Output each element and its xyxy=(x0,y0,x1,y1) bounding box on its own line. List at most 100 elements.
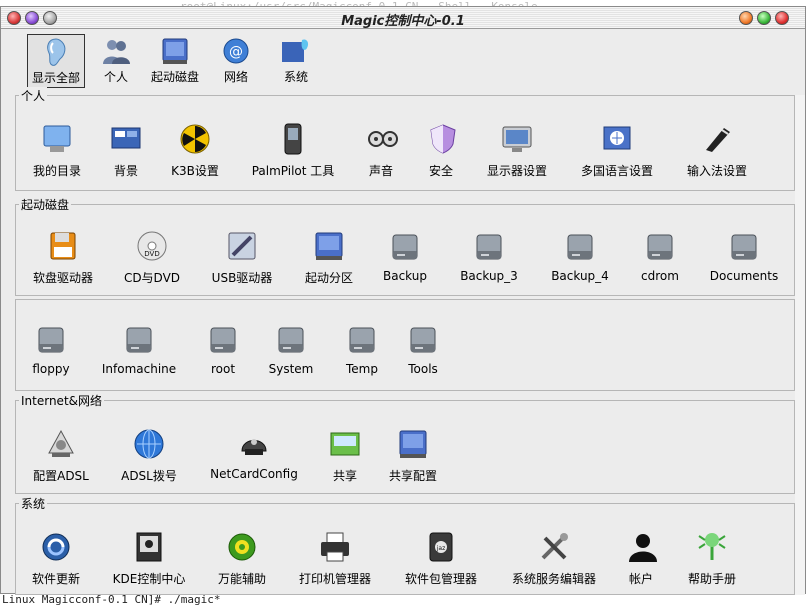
item-adsl-config[interactable]: 配置ADSL xyxy=(30,427,92,484)
item-temp[interactable]: Temp xyxy=(342,322,382,376)
svg-text:jaz: jaz xyxy=(436,545,446,552)
item-floppy-drive[interactable]: 软盘驱动器 xyxy=(30,229,96,286)
magic-linux-icon xyxy=(282,39,309,62)
item-root[interactable]: root xyxy=(206,322,240,376)
item-system[interactable]: System xyxy=(264,322,318,376)
item-cd-dvd[interactable]: DVD CD与DVD xyxy=(122,229,182,286)
item-floppy[interactable]: floppy xyxy=(26,322,76,376)
item-label: Temp xyxy=(346,362,378,376)
item-kde-control[interactable]: KDE控制中心 xyxy=(108,530,190,587)
drive-icon xyxy=(476,234,502,260)
item-label: Backup_4 xyxy=(551,269,609,283)
title-bar[interactable]: Magic控制中心-0.1 xyxy=(1,7,805,29)
item-background[interactable]: 背景 xyxy=(108,122,144,179)
item-usb-drive[interactable]: USB驱动器 xyxy=(208,229,276,286)
toolbar-boot-disk-button[interactable]: 起动磁盘 xyxy=(147,34,203,88)
system-section: 系统 软件更新 KDE控制中心 万能辅助 打印机管理器 jaz 软件包管理器 系… xyxy=(15,495,795,595)
background-icon xyxy=(111,127,141,149)
item-label: 打印机管理器 xyxy=(298,572,371,586)
item-share[interactable]: 共享 xyxy=(328,427,362,484)
boot-disk-more-section: floppy Infomachine root System Temp Tool… xyxy=(15,299,795,391)
maximize-icon[interactable] xyxy=(757,11,771,25)
item-label: 我的目录 xyxy=(32,164,81,178)
item-tools[interactable]: Tools xyxy=(404,322,442,376)
adsl-dial-icon xyxy=(134,429,164,459)
account-icon xyxy=(629,534,657,562)
item-label: 显示器设置 xyxy=(486,164,547,178)
item-backup-3[interactable]: Backup_3 xyxy=(456,229,522,283)
item-label: 共享 xyxy=(332,469,357,483)
item-package-manager[interactable]: jaz 软件包管理器 xyxy=(400,530,482,587)
item-share-config[interactable]: 共享配置 xyxy=(386,427,440,484)
item-boot-partition[interactable]: 起动分区 xyxy=(300,229,358,286)
item-my-directory[interactable]: 我的目录 xyxy=(30,122,84,179)
personal-section: 个人 我的目录 背景 K3B设置 PalmPilot 工具 声音 安全 显示器设… xyxy=(15,87,795,191)
toolbar-network-button[interactable]: @ 网络 xyxy=(219,34,253,88)
item-label: Documents xyxy=(709,269,779,283)
security-icon xyxy=(430,124,456,154)
window-title: Magic控制中心-0.1 xyxy=(341,14,465,29)
item-backup-4[interactable]: Backup_4 xyxy=(546,229,614,283)
toolbar-show-all-button[interactable]: 显示全部 xyxy=(27,34,85,88)
toolbar-system-button[interactable]: 系统 xyxy=(279,34,313,88)
drive-icon xyxy=(349,327,375,353)
item-universal-helper[interactable]: 万能辅助 xyxy=(214,530,270,587)
item-service-editor[interactable]: 系统服务编辑器 xyxy=(506,530,602,587)
section-title: 系统 xyxy=(19,495,48,512)
item-documents[interactable]: Documents xyxy=(706,229,782,283)
item-label: ADSL拨号 xyxy=(121,469,177,483)
boot-disk-icon xyxy=(162,38,188,64)
item-software-update[interactable]: 软件更新 xyxy=(28,530,84,587)
item-label: KDE控制中心 xyxy=(112,572,186,586)
drive-icon xyxy=(38,327,64,353)
cd-dvd-icon: DVD xyxy=(137,231,167,261)
close-window-icon[interactable] xyxy=(775,11,789,25)
item-label: 软件更新 xyxy=(31,572,80,586)
item-printer[interactable]: 打印机管理器 xyxy=(294,530,376,587)
service-editor-icon xyxy=(541,533,568,560)
item-netcard-config[interactable]: NetCardConfig xyxy=(206,427,302,481)
drive-icon xyxy=(410,327,436,353)
item-sound[interactable]: 声音 xyxy=(366,122,398,179)
svg-text:DVD: DVD xyxy=(144,250,159,258)
item-label: NetCardConfig xyxy=(210,467,298,481)
sections-area: 个人 我的目录 背景 K3B设置 PalmPilot 工具 声音 安全 显示器设… xyxy=(15,87,795,595)
k3b-icon xyxy=(180,124,210,154)
magic-control-center-window: Magic控制中心-0.1 显示全部 个人 起动磁盘 @ 网络 系统 个人 我的… xyxy=(0,6,806,595)
item-label: 帐户 xyxy=(628,572,653,586)
item-help-manual[interactable]: 帮助手册 xyxy=(684,530,740,587)
item-input-method[interactable]: 输入法设置 xyxy=(684,122,750,179)
item-backup[interactable]: Backup xyxy=(380,229,430,283)
toolbar-label: 显示全部 xyxy=(31,71,80,85)
item-label: cdrom xyxy=(641,269,679,283)
item-display[interactable]: 显示器设置 xyxy=(484,122,550,179)
help-manual-icon xyxy=(698,533,726,560)
item-account[interactable]: 帐户 xyxy=(626,530,657,587)
item-cdrom[interactable]: cdrom xyxy=(636,229,684,283)
minimize-icon[interactable] xyxy=(739,11,753,25)
toolbar-personal-button[interactable]: 个人 xyxy=(99,34,133,88)
item-label: Tools xyxy=(408,362,438,376)
item-security[interactable]: 安全 xyxy=(426,122,456,179)
toolbar-label: 起动磁盘 xyxy=(150,70,199,84)
item-label: Infomachine xyxy=(101,362,177,376)
item-label: 共享配置 xyxy=(388,469,437,483)
item-label: Backup_3 xyxy=(460,269,518,283)
drive-icon xyxy=(126,327,152,353)
item-palmpilot[interactable]: PalmPilot 工具 xyxy=(248,122,338,179)
item-language[interactable]: 多国语言设置 xyxy=(578,122,656,179)
drive-icon xyxy=(567,234,593,260)
item-label: 帮助手册 xyxy=(687,572,736,586)
users-icon xyxy=(103,40,130,64)
item-label: USB驱动器 xyxy=(211,271,273,285)
item-label: 安全 xyxy=(428,164,453,178)
toolbar-label: 个人 xyxy=(103,70,128,84)
item-k3b[interactable]: K3B设置 xyxy=(168,122,222,179)
vertical-scrollbar[interactable] xyxy=(795,95,805,595)
drive-icon xyxy=(731,234,757,260)
display-icon xyxy=(502,126,532,152)
kde-control-icon xyxy=(136,532,162,562)
category-toolbar: 显示全部 个人 起动磁盘 @ 网络 系统 xyxy=(15,30,795,92)
item-infomachine[interactable]: Infomachine xyxy=(98,322,180,376)
item-adsl-dial[interactable]: ADSL拨号 xyxy=(116,427,182,484)
